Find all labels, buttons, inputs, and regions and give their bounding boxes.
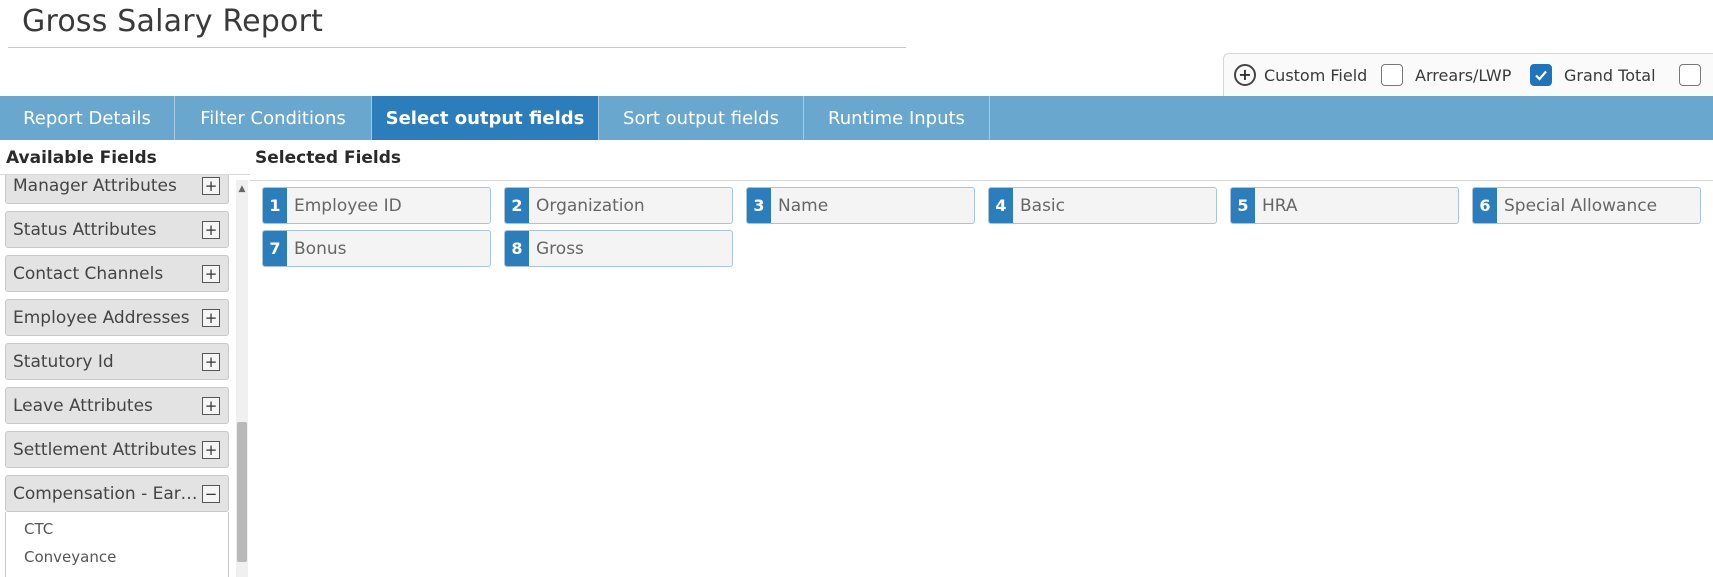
- field-label: Special Allowance: [1504, 195, 1658, 216]
- tab-runtime-inputs[interactable]: Runtime Inputs: [804, 96, 990, 140]
- grand-total-label: Grand Total: [1564, 65, 1656, 85]
- group-label: Statutory Id: [13, 351, 114, 372]
- tab-sort-output-fields[interactable]: Sort output fields: [599, 96, 804, 140]
- field-label: HRA: [1262, 195, 1298, 216]
- scroll-up-arrow-icon[interactable]: ▲: [236, 184, 248, 194]
- group-label: Manager Attributes: [13, 175, 177, 196]
- scrollbar-thumb[interactable]: [237, 422, 247, 562]
- field-conveyance[interactable]: Conveyance: [24, 548, 116, 566]
- expand-icon[interactable]: +: [202, 221, 220, 239]
- selected-field-chip[interactable]: 7 Bonus: [262, 230, 491, 267]
- grand-total-checkbox[interactable]: [1530, 64, 1552, 86]
- group-label: Leave Attributes: [13, 395, 153, 416]
- selected-field-chip[interactable]: 5 HRA: [1230, 187, 1459, 224]
- compensation-earnings-items: CTC Conveyance: [5, 512, 229, 577]
- field-label: Employee ID: [294, 195, 402, 216]
- selected-fields-header: Selected Fields: [255, 148, 402, 168]
- field-label: Basic: [1020, 195, 1066, 216]
- extra-option[interactable]: I: [1679, 63, 1713, 87]
- group-label: Employee Addresses: [13, 307, 190, 328]
- selected-divider: [250, 180, 1713, 181]
- field-label: Name: [778, 195, 829, 216]
- report-options-bar: + Custom Field Arrears/LWP Grand Total I: [1223, 53, 1713, 96]
- field-order-badge: 4: [989, 188, 1013, 223]
- collapse-icon[interactable]: −: [202, 485, 220, 503]
- grand-total-option[interactable]: Grand Total: [1530, 63, 1656, 87]
- group-label: Compensation - Earnings: [13, 483, 201, 504]
- expand-icon[interactable]: +: [202, 265, 220, 283]
- wizard-tab-bar: Report Details Filter Conditions Select …: [0, 96, 1713, 140]
- group-compensation-earnings[interactable]: Compensation - Earnings −: [5, 475, 229, 512]
- custom-field-label: Custom Field: [1264, 65, 1368, 85]
- group-label: Status Attributes: [13, 219, 157, 240]
- selected-field-chip[interactable]: 6 Special Allowance: [1472, 187, 1701, 224]
- field-order-badge: 5: [1231, 188, 1255, 223]
- field-order-badge: 7: [263, 231, 287, 266]
- group-status-attributes[interactable]: Status Attributes +: [5, 211, 229, 248]
- selected-field-chip[interactable]: 1 Employee ID: [262, 187, 491, 224]
- available-fields-header: Available Fields: [6, 148, 157, 168]
- available-fields-panel: Manager Attributes + Status Attributes +…: [0, 175, 250, 577]
- group-statutory-id[interactable]: Statutory Id +: [5, 343, 229, 380]
- selected-field-chip[interactable]: 4 Basic: [988, 187, 1217, 224]
- group-label: Contact Channels: [13, 263, 164, 284]
- selected-field-chip[interactable]: 8 Gross: [504, 230, 733, 267]
- expand-icon[interactable]: +: [202, 353, 220, 371]
- group-leave-attributes[interactable]: Leave Attributes +: [5, 387, 229, 424]
- field-label: Gross: [536, 238, 584, 259]
- page-title: Gross Salary Report: [22, 4, 324, 39]
- expand-icon[interactable]: +: [202, 177, 220, 195]
- arrears-lwp-option[interactable]: Arrears/LWP: [1381, 63, 1511, 87]
- field-ctc[interactable]: CTC: [24, 520, 53, 538]
- title-divider: [8, 47, 906, 48]
- expand-icon[interactable]: +: [202, 397, 220, 415]
- selected-field-chip[interactable]: 2 Organization: [504, 187, 733, 224]
- group-contact-channels[interactable]: Contact Channels +: [5, 255, 229, 292]
- group-label: Settlement Attributes: [13, 439, 197, 460]
- field-label: Bonus: [294, 238, 347, 259]
- arrears-lwp-label: Arrears/LWP: [1415, 65, 1512, 85]
- selected-field-chip[interactable]: 3 Name: [746, 187, 975, 224]
- field-order-badge: 1: [263, 188, 287, 223]
- add-circle-icon: +: [1234, 64, 1256, 86]
- expand-icon[interactable]: +: [202, 441, 220, 459]
- field-order-badge: 6: [1473, 188, 1497, 223]
- group-settlement-attributes[interactable]: Settlement Attributes +: [5, 431, 229, 468]
- group-employee-addresses[interactable]: Employee Addresses +: [5, 299, 229, 336]
- tab-select-output-fields[interactable]: Select output fields: [372, 96, 599, 140]
- group-manager-attributes[interactable]: Manager Attributes +: [5, 175, 229, 204]
- field-label: Organization: [536, 195, 645, 216]
- expand-icon[interactable]: +: [202, 309, 220, 327]
- tab-filter-conditions[interactable]: Filter Conditions: [175, 96, 372, 140]
- sidebar-scrollbar[interactable]: ▲: [236, 180, 248, 577]
- field-order-badge: 3: [747, 188, 771, 223]
- field-order-badge: 8: [505, 231, 529, 266]
- extra-checkbox[interactable]: [1679, 64, 1701, 86]
- field-order-badge: 2: [505, 188, 529, 223]
- custom-field-button[interactable]: + Custom Field: [1234, 63, 1367, 87]
- checkmark-icon: [1535, 70, 1547, 81]
- tab-report-details[interactable]: Report Details: [0, 96, 175, 140]
- arrears-lwp-checkbox[interactable]: [1381, 64, 1403, 86]
